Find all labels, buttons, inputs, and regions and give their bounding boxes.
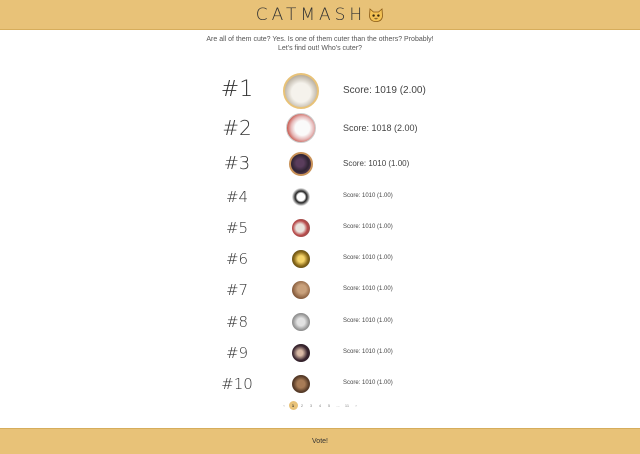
rank-number: #6	[225, 249, 249, 268]
white-cat-red-background-photo[interactable]	[286, 113, 316, 143]
pagination-prev[interactable]: ‹	[280, 401, 289, 410]
vote-link[interactable]: Vote!	[312, 438, 328, 445]
rank-number: #4	[225, 187, 249, 206]
score-text: Score: 1018 (2.00)	[343, 122, 418, 133]
score-text: Score: 1010 (1.00)	[343, 255, 393, 262]
black-white-cat-photo[interactable]	[292, 188, 310, 206]
cat-golden-light-photo[interactable]	[292, 250, 310, 268]
score-text: Score: 1019 (2.00)	[343, 85, 426, 96]
score-text: Score: 1010 (1.00)	[343, 380, 393, 387]
rank-number: #2	[222, 115, 252, 140]
ranking-list: #1 Score: 1019 (2.00) #2 Score: 1018 (2.00)…	[0, 0, 640, 454]
pagination-page-11[interactable]: 11	[343, 401, 352, 410]
pagination-page-3[interactable]: 3	[307, 401, 316, 410]
ranking-row: #10 Score: 1010 (1.00)	[0, 364, 640, 404]
rank-number: #8	[225, 312, 249, 331]
score-text: Score: 1010 (1.00)	[343, 193, 393, 200]
score-text: Score: 1010 (1.00)	[343, 159, 410, 169]
cat-dark-portrait-photo[interactable]	[292, 344, 310, 362]
cat-with-person-photo[interactable]	[289, 152, 313, 176]
pagination-next[interactable]: ›	[352, 401, 361, 410]
pagination: ‹ 1 2 3 4 5... 11 ›	[0, 400, 640, 410]
rank-number: #7	[225, 280, 249, 299]
bottom-bar: Vote!	[0, 428, 640, 454]
rank-number: #10	[221, 374, 253, 393]
ranking-row: #1 Score: 1019 (2.00)	[0, 71, 640, 111]
grey-cat-face-photo[interactable]	[292, 313, 310, 331]
score-text: Score: 1010 (1.00)	[343, 286, 393, 293]
brown-cat-closeup-photo[interactable]	[292, 281, 310, 299]
rank-number: #1	[220, 77, 254, 103]
score-text: Score: 1010 (1.00)	[343, 224, 393, 231]
tabby-cat-photo[interactable]	[292, 375, 310, 393]
rank-number: #3	[223, 152, 251, 174]
pagination-page-1[interactable]: 1	[288, 400, 298, 410]
ranking-row: #2 Score: 1018 (2.00)	[0, 108, 640, 148]
pagination-page-4[interactable]: 4	[316, 401, 325, 410]
score-text: Score: 1010 (1.00)	[343, 349, 393, 356]
rank-number: #9	[225, 343, 249, 362]
score-text: Score: 1010 (1.00)	[343, 318, 393, 325]
pagination-page-2[interactable]: 2	[298, 401, 307, 410]
rank-number: #5	[225, 218, 249, 237]
pagination-page-5[interactable]: 5	[325, 401, 334, 410]
cat-with-red-toy-photo[interactable]	[292, 219, 310, 237]
pagination-ellipsis: ...	[336, 402, 340, 408]
white-fluffy-cat-photo[interactable]	[283, 73, 319, 109]
